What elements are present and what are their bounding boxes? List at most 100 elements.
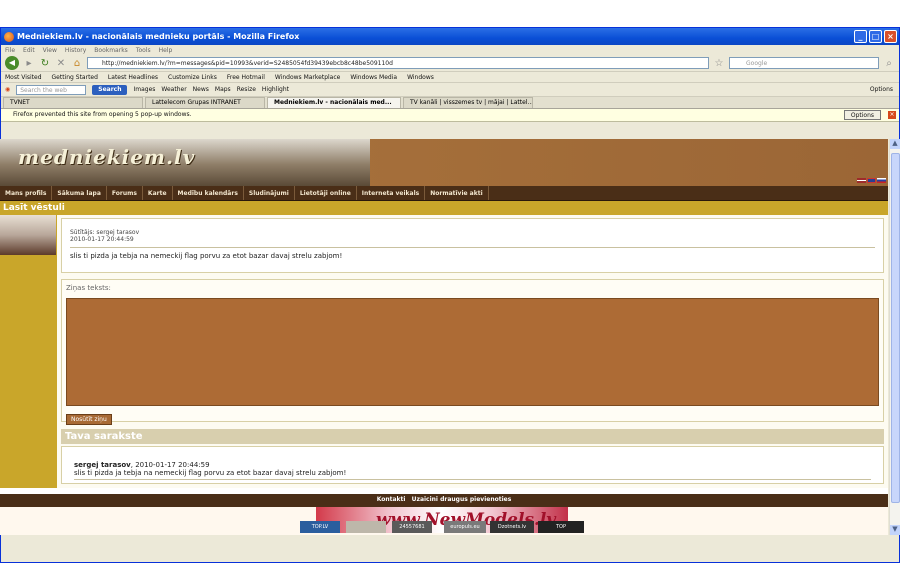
bookmark-item[interactable]: Free Hotmail <box>227 74 265 81</box>
badge-zilais[interactable] <box>346 521 386 533</box>
toolbar-search-button[interactable]: Search <box>92 84 128 95</box>
site-footer: Kontakti Uzaicini draugus pievienoties <box>0 494 888 507</box>
home-icon[interactable]: ⌂ <box>71 58 83 69</box>
stop-icon[interactable]: ✕ <box>55 58 67 69</box>
message-area: Sūtītājs: sergej tarasov 2010-01-17 20:4… <box>57 215 888 488</box>
bookmark-item[interactable]: Customize Links <box>168 74 217 81</box>
bookmark-item[interactable]: Most Visited <box>5 74 42 81</box>
nav-karte[interactable]: Karte <box>143 186 173 200</box>
popup-options-button[interactable]: Options <box>843 110 881 120</box>
badge-counter[interactable]: 24557681 <box>392 521 432 533</box>
close-button[interactable]: × <box>884 30 897 43</box>
bookmark-star-icon[interactable]: ☆ <box>713 58 725 69</box>
address-bar[interactable]: http://medniekiem.lv/?m=messages&pid=109… <box>87 57 709 69</box>
site-banner: medniekiem.lv <box>0 139 888 186</box>
nav-sakuma-lapa[interactable]: Sākuma lapa <box>52 186 107 200</box>
thread-text: slis ti pizda ja tebja na nemeckij flag … <box>74 469 871 480</box>
toolbar-item-maps[interactable]: Maps <box>215 86 231 93</box>
scroll-up-icon[interactable]: ▲ <box>890 139 900 149</box>
reply-box: Ziņas teksts: Nosūtīt ziņu <box>61 279 884 425</box>
flag-uk-icon[interactable] <box>867 178 876 183</box>
badge-top-lv[interactable]: TOP.LV <box>300 521 340 533</box>
toolbar-options[interactable]: Options <box>870 86 893 93</box>
message-text: slis ti pizda ja tebja na nemeckij flag … <box>70 252 343 260</box>
badge-dzotnets[interactable]: Dzotnets.lv <box>490 521 534 533</box>
thread-list: sergej tarasov, 2010-01-17 20:44:59 slis… <box>61 446 884 484</box>
scroll-thumb[interactable] <box>891 153 900 503</box>
title-bar: Medniekiem.lv - nacionālais mednieku por… <box>1 28 899 45</box>
toolbar-item-news[interactable]: News <box>193 86 209 93</box>
menu-view[interactable]: View <box>43 47 57 54</box>
menu-file[interactable]: File <box>5 47 15 54</box>
nav-normativie-akti[interactable]: Normatīvie akti <box>425 186 489 200</box>
thread-author[interactable]: sergej tarasov <box>74 461 131 469</box>
bookmark-item[interactable]: Windows Marketplace <box>275 74 340 81</box>
popup-close-icon[interactable]: × <box>888 111 896 119</box>
page-content: medniekiem.lv Mans profils Sākuma lapa F… <box>0 139 888 535</box>
search-icon[interactable]: ⌕ <box>883 58 895 69</box>
popup-blocked-bar: Firefox prevented this site from opening… <box>1 109 899 122</box>
scroll-down-icon[interactable]: ▼ <box>890 525 900 535</box>
back-button[interactable]: ◀ <box>5 56 19 70</box>
section-title: Lasīt vēstuli <box>0 201 888 215</box>
toolbar-search-input[interactable]: Search the web <box>16 84 87 95</box>
tab-bar: TVNET Lattelecom Grupas INTRANET Medniek… <box>1 97 899 109</box>
window-title: Medniekiem.lv - nacionālais mednieku por… <box>17 32 300 41</box>
flag-ru-icon[interactable] <box>877 178 886 183</box>
bookmark-item[interactable]: Getting Started <box>52 74 98 81</box>
toolbar-item-weather[interactable]: Weather <box>161 86 186 93</box>
reload-icon[interactable]: ↻ <box>39 58 51 69</box>
badge-top[interactable]: TOP <box>538 521 584 533</box>
vertical-scrollbar[interactable]: ▲ ▼ <box>889 139 900 535</box>
bookmark-item[interactable]: Latest Headlines <box>108 74 158 81</box>
menu-tools[interactable]: Tools <box>136 47 151 54</box>
site-nav: Mans profils Sākuma lapa Forums Karte Me… <box>0 186 888 201</box>
left-column <box>0 215 57 488</box>
reply-label: Ziņas teksts: <box>66 284 111 292</box>
message-date: 2010-01-17 20:44:59 <box>70 236 875 248</box>
thread-date: , 2010-01-17 20:44:59 <box>130 461 210 469</box>
bookmarks-toolbar: Most Visited Getting Started Latest Head… <box>1 72 899 83</box>
tab-tvnet[interactable]: TVNET <box>3 97 143 108</box>
flag-lv-icon[interactable] <box>857 178 866 183</box>
tab-tv-kanali[interactable]: TV kanāli | visszemes tv | mājai | Latte… <box>403 97 533 108</box>
maximize-button[interactable]: □ <box>869 30 882 43</box>
bookmark-item[interactable]: Windows <box>407 74 434 81</box>
navigation-toolbar: ◀ ▸ ↻ ✕ ⌂ http://medniekiem.lv/?m=messag… <box>1 55 899 72</box>
list-item-meta: sergej tarasov, 2010-01-17 20:44:59 <box>74 461 871 469</box>
reply-textarea[interactable] <box>66 298 879 406</box>
nav-forums[interactable]: Forums <box>107 186 143 200</box>
footer-kontakti[interactable]: Kontakti <box>377 496 406 503</box>
forward-button[interactable]: ▸ <box>23 58 35 69</box>
send-message-button[interactable]: Nosūtīt ziņu <box>66 414 112 425</box>
search-box[interactable]: Google <box>729 57 879 69</box>
minimize-button[interactable]: _ <box>854 30 867 43</box>
message-box: Sūtītājs: sergej tarasov 2010-01-17 20:4… <box>61 218 884 273</box>
avatar[interactable] <box>0 215 56 255</box>
bookmark-item[interactable]: Windows Media <box>350 74 397 81</box>
popup-blocked-text: Firefox prevented this site from opening… <box>13 111 192 118</box>
toolbar-item-images[interactable]: Images <box>133 86 155 93</box>
toolbar-item-highlight[interactable]: Highlight <box>262 86 289 93</box>
menu-history[interactable]: History <box>65 47 86 54</box>
badge-europuls[interactable]: europuls.eu <box>444 521 486 533</box>
tab-intranet[interactable]: Lattelecom Grupas INTRANET <box>145 97 265 108</box>
menu-help[interactable]: Help <box>159 47 173 54</box>
ads-area: www.NewModels.lv TOP.LV 24557681 europul… <box>0 507 888 535</box>
site-logo[interactable]: medniekiem.lv <box>18 145 195 169</box>
menu-bar: File Edit View History Bookmarks Tools H… <box>1 45 899 55</box>
toolbar-item-resize[interactable]: Resize <box>237 86 256 93</box>
thread-title: Tava sarakste <box>61 429 884 444</box>
nav-lietotaji-online[interactable]: Lietotāji online <box>295 186 357 200</box>
menu-bookmarks[interactable]: Bookmarks <box>94 47 128 54</box>
message-sender: Sūtītājs: sergej tarasov <box>70 229 140 236</box>
menu-edit[interactable]: Edit <box>23 47 35 54</box>
tab-medniekiem[interactable]: Medniekiem.lv - nacionālais med... <box>267 97 401 108</box>
nav-interneta-veikals[interactable]: Interneta veikals <box>357 186 426 200</box>
nav-mans-profils[interactable]: Mans profils <box>0 186 53 200</box>
firefox-icon <box>4 31 14 42</box>
nav-medibu-kalendars[interactable]: Medību kalendārs <box>173 186 244 200</box>
search-toolbar: ◉ Search the web Search Images Weather N… <box>1 83 899 97</box>
footer-invite[interactable]: Uzaicini draugus pievienoties <box>412 496 512 503</box>
nav-sludinajumi[interactable]: Sludinājumi <box>244 186 295 200</box>
